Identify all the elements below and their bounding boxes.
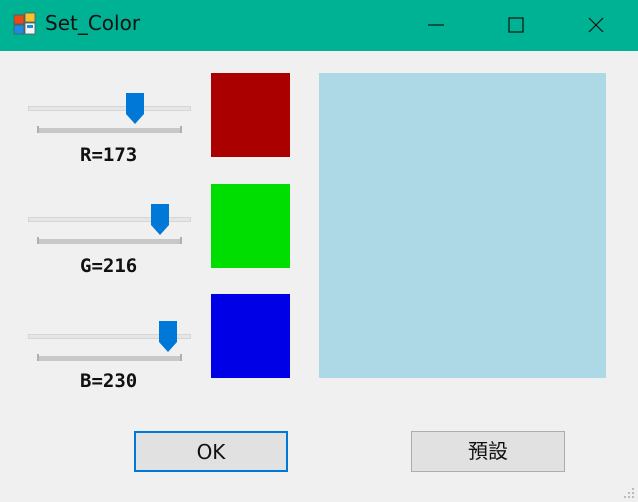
resize-grip-icon[interactable] [623, 487, 635, 499]
slider-track [28, 106, 191, 111]
slider-thumb[interactable] [158, 320, 178, 353]
minimize-button[interactable] [396, 0, 476, 51]
reset-button[interactable]: 預設 [411, 431, 565, 472]
red-value-label: R=173 [80, 144, 138, 166]
close-button[interactable] [556, 0, 636, 51]
close-icon [588, 17, 604, 33]
color-preview [319, 73, 606, 378]
slider-ticks [37, 354, 182, 361]
slider-thumb[interactable] [150, 203, 170, 236]
slider-ticks [37, 237, 182, 244]
set-color-window: Set_Color R=173 G=216 B=230 OK 預設 [0, 0, 638, 502]
slider-ticks [37, 126, 182, 133]
red-slider[interactable] [28, 93, 191, 142]
blue-slider[interactable] [28, 321, 191, 370]
maximize-button[interactable] [476, 0, 556, 51]
ok-button[interactable]: OK [134, 431, 288, 472]
green-value-label: G=216 [80, 255, 138, 277]
green-swatch [211, 184, 290, 268]
maximize-icon [508, 17, 524, 33]
green-slider[interactable] [28, 204, 191, 253]
slider-thumb[interactable] [125, 92, 145, 125]
red-swatch [211, 73, 290, 157]
blue-swatch [211, 294, 290, 378]
window-title: Set_Color [45, 11, 141, 35]
title-bar[interactable]: Set_Color [0, 0, 638, 51]
blue-value-label: B=230 [80, 370, 138, 392]
minimize-icon [428, 24, 444, 26]
app-icon [13, 12, 36, 35]
